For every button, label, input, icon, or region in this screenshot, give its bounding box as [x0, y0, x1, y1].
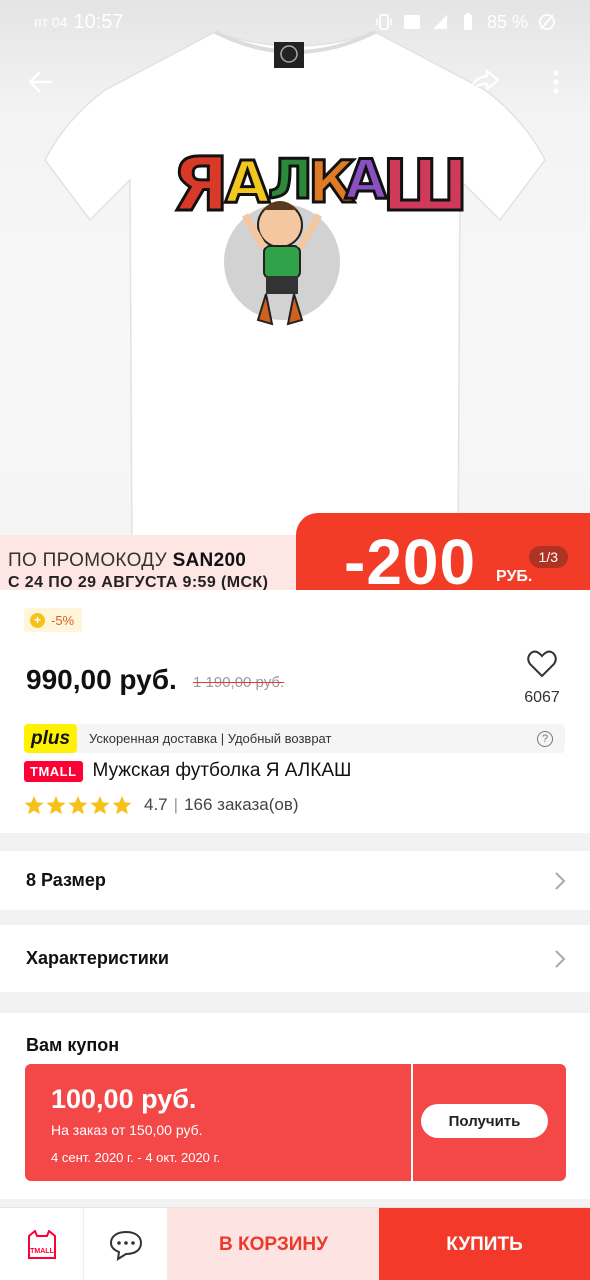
- promo-dates: С 24 ПО 29 АВГУСТА 9:59 (МСК): [8, 574, 269, 590]
- chevron-right-icon: [555, 949, 566, 968]
- promo-code: SAN200: [172, 550, 247, 571]
- size-label: 8 Размер: [26, 870, 106, 890]
- title-row: TMALL Мужская футболка Я АЛКАШ: [24, 760, 351, 782]
- star-icon: [46, 795, 66, 814]
- image-pager: 1/3: [528, 546, 568, 568]
- product-info: + -5% 990,00 руб. 1 190,00 руб. 6067 plu…: [0, 590, 590, 833]
- favorite-button[interactable]: 6067: [520, 650, 564, 707]
- battery-icon: [463, 13, 472, 30]
- add-to-cart-button[interactable]: В КОРЗИНУ: [168, 1208, 379, 1280]
- coin-icon: +: [30, 612, 45, 628]
- chat-icon: [109, 1230, 142, 1261]
- buy-now-button[interactable]: КУПИТЬ: [379, 1208, 590, 1280]
- plus-text: Ускоренная доставка | Удобный возврат: [89, 731, 332, 746]
- coupon-dates: 4 сент. 2020 г. - 4 окт. 2020 г.: [51, 1150, 221, 1165]
- svg-text:А: А: [225, 148, 270, 216]
- more-button[interactable]: [534, 60, 578, 104]
- tmall-store-icon: TMALL: [27, 1229, 56, 1259]
- get-coupon-button[interactable]: Получить: [421, 1104, 548, 1138]
- promo-amount-panel: -200 РУБ. 1/3: [296, 513, 590, 590]
- svg-text:А: А: [345, 148, 387, 211]
- promo-line-1: ПО ПРОМОКОДУ SAN200: [8, 550, 310, 572]
- rating-stars: [24, 795, 132, 815]
- discount-text: -5%: [51, 612, 75, 628]
- print-letter-1: Я: [172, 142, 229, 228]
- coupon-amount: 100,00 руб.: [51, 1084, 197, 1114]
- discount-badge: + -5%: [24, 608, 83, 632]
- volte-icon: [403, 15, 420, 29]
- heart-icon: [527, 650, 557, 678]
- promo-currency: РУБ.: [496, 568, 533, 585]
- cart-icon: [392, 69, 421, 96]
- coupon-action-panel: Получить: [413, 1064, 566, 1181]
- more-vertical-icon: [553, 70, 559, 94]
- promo-amount: -200: [344, 526, 477, 590]
- status-icons: 85 %: [375, 12, 556, 33]
- coupon-condition: На заказ от 150,00 руб.: [51, 1122, 203, 1138]
- top-nav: [0, 60, 590, 104]
- plus-logo: plus: [24, 724, 77, 753]
- vibrate-icon: [376, 14, 392, 30]
- old-price: 1 190,00 руб.: [193, 674, 285, 691]
- product-title: Мужская футболка Я АЛКАШ: [92, 760, 352, 781]
- promo-code-info: ПО ПРОМОКОДУ SAN200 С 24 ПО 29 АВГУСТА 9…: [0, 535, 310, 590]
- coupon-heading: Вам купон: [26, 1035, 120, 1055]
- current-price: 990,00 руб.: [26, 664, 177, 695]
- rating-separator: |: [173, 795, 179, 814]
- rating-value: 4.7: [144, 795, 168, 814]
- svg-text:Ш: Ш: [382, 145, 468, 227]
- promo-banner: ПО ПРОМОКОДУ SAN200 С 24 ПО 29 АВГУСТА 9…: [0, 513, 590, 590]
- store-button[interactable]: TMALL: [0, 1208, 84, 1280]
- share-icon: [468, 69, 500, 95]
- bottom-action-bar: TMALL В КОРЗИНУ КУПИТЬ: [0, 1207, 590, 1280]
- specs-label: Характеристики: [26, 948, 169, 968]
- specs-row[interactable]: Характеристики: [0, 925, 590, 992]
- star-icon: [68, 795, 88, 814]
- chat-button[interactable]: [84, 1208, 168, 1280]
- tmall-badge: TMALL: [24, 760, 83, 782]
- arrow-left-icon: [28, 71, 53, 93]
- signal-icon: [432, 15, 447, 29]
- plus-delivery-bar[interactable]: plus Ускоренная доставка | Удобный возвр…: [24, 724, 565, 753]
- share-button[interactable]: [462, 60, 506, 104]
- tshirt-image: Я А Л К А Ш: [44, 30, 546, 571]
- svg-text:Л: Л: [268, 148, 313, 211]
- coupon-section: Вам купон 100,00 руб. На заказ от 150,00…: [0, 1013, 590, 1199]
- status-day: пт 04: [34, 14, 68, 30]
- status-bar: пт 04 10:57 85 %: [0, 0, 590, 44]
- size-row[interactable]: 8 Размер: [0, 851, 590, 910]
- star-icon: [112, 795, 132, 814]
- cart-button[interactable]: [384, 60, 428, 104]
- chevron-right-icon: [555, 871, 566, 890]
- star-icon: [24, 795, 44, 814]
- product-image-gallery[interactable]: Я А Л К А Ш пт 04 10:57 85 % ПО ПРОМОКОД…: [0, 0, 590, 590]
- status-time: 10:57: [73, 10, 124, 33]
- store-icon-label: TMALL: [30, 1248, 54, 1255]
- promo-prefix: ПО ПРОМОКОДУ: [8, 550, 173, 571]
- favorites-count: 6067: [524, 689, 560, 706]
- star-icon: [90, 795, 110, 814]
- orders-count: 166 заказа(ов): [184, 795, 299, 814]
- coupon-card: 100,00 руб. На заказ от 150,00 руб. 4 се…: [25, 1064, 411, 1181]
- data-saver-icon: [539, 14, 555, 30]
- back-button[interactable]: [18, 60, 62, 104]
- help-icon[interactable]: ?: [537, 730, 553, 747]
- rating-row[interactable]: 4.7 | 166 заказа(ов): [24, 795, 299, 815]
- battery-percent: 85 %: [486, 11, 528, 32]
